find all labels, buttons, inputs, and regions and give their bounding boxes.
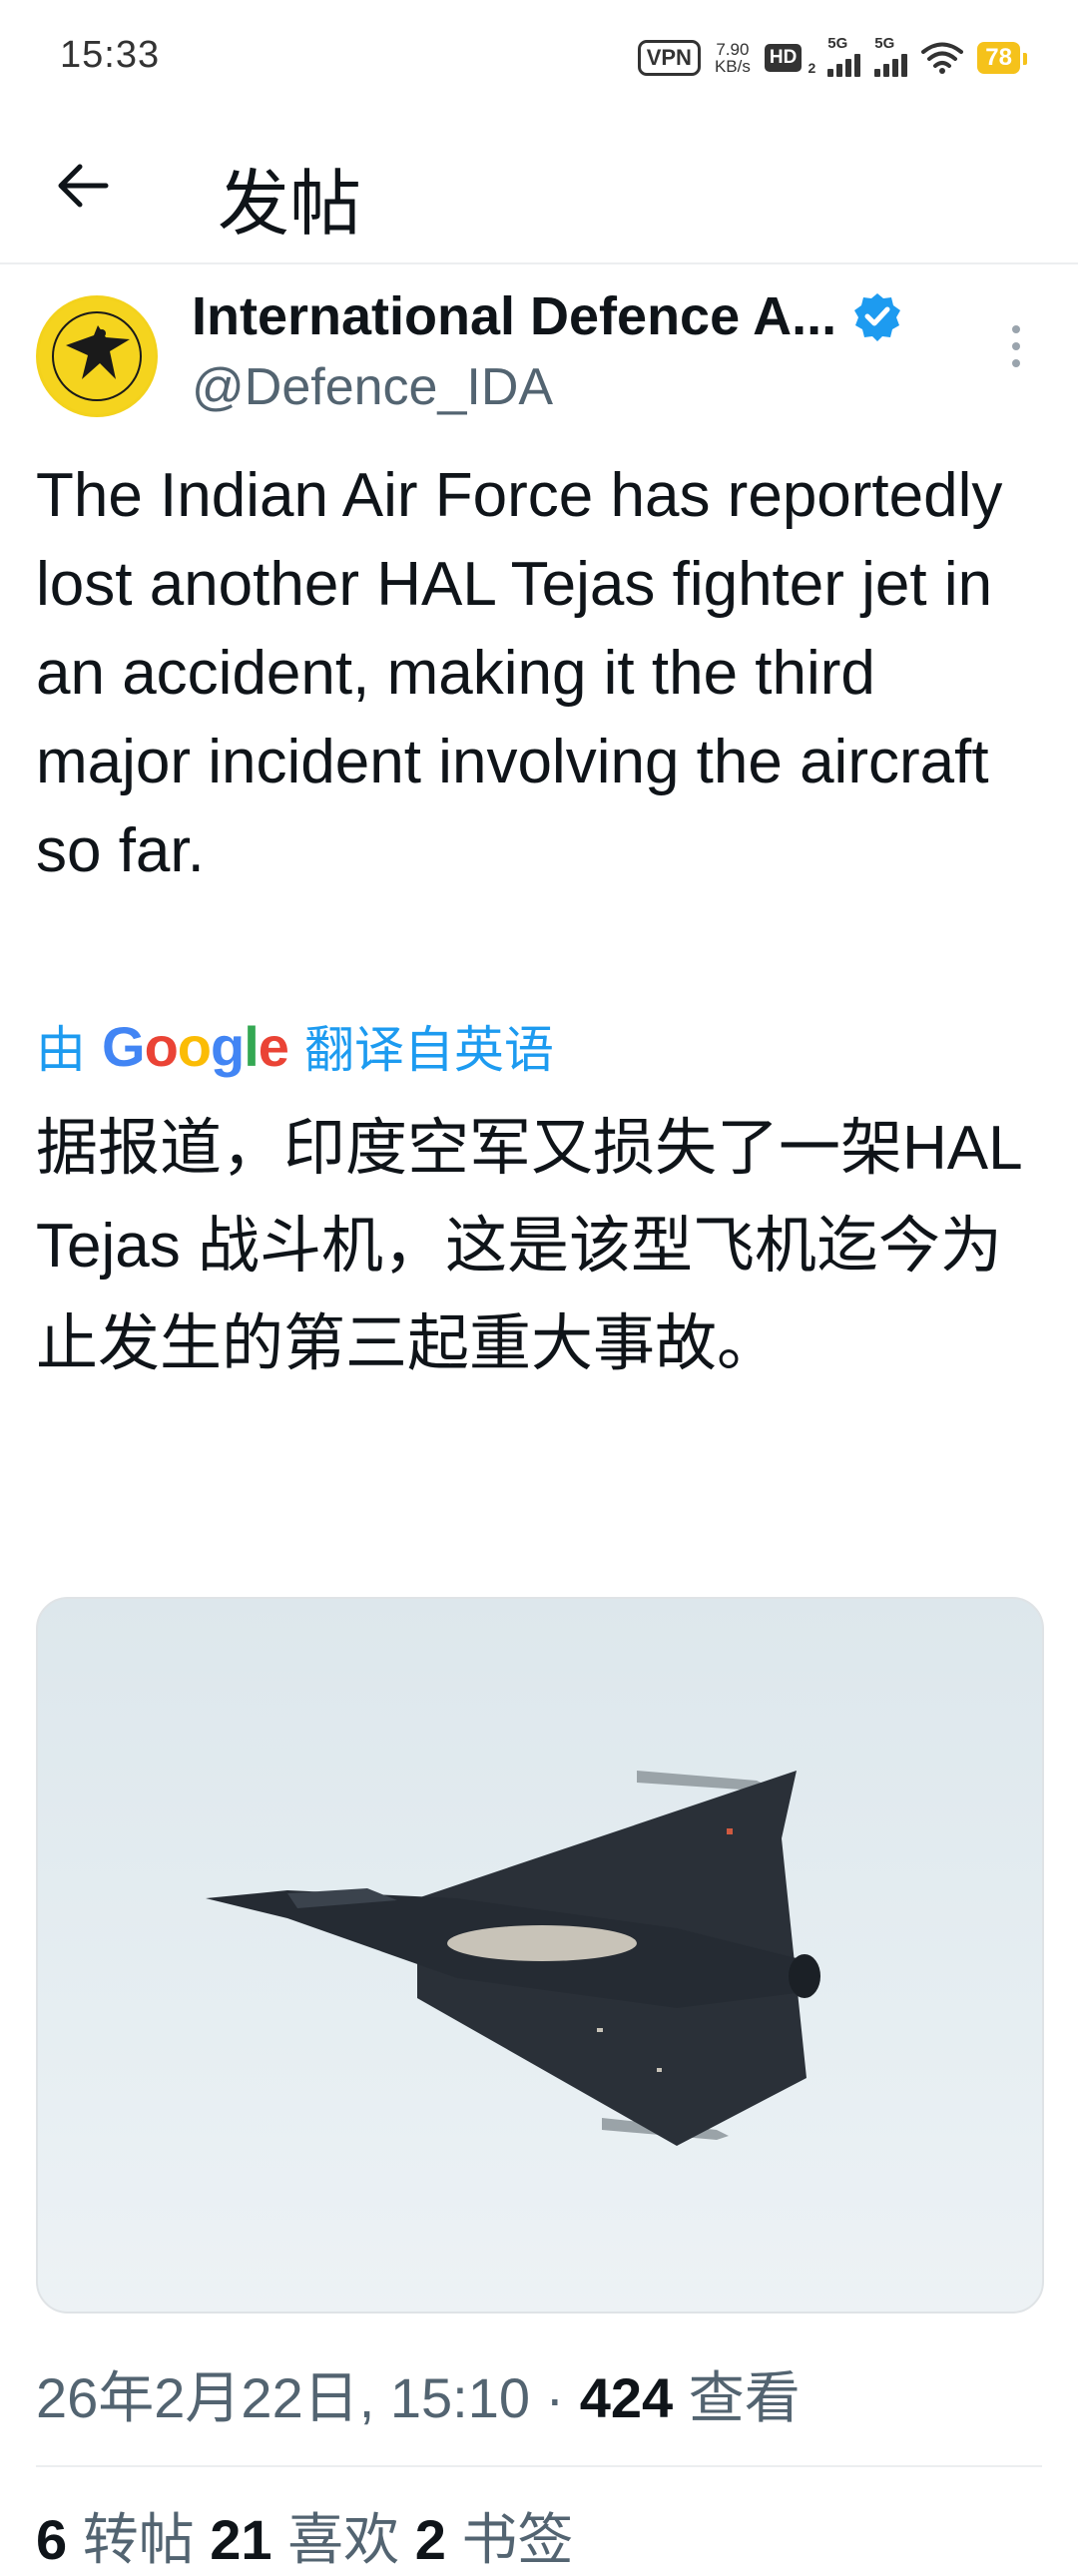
views-count: 424	[579, 2366, 674, 2429]
net-speed-unit: KB/s	[714, 57, 751, 76]
reposts-label[interactable]: 转帖	[67, 2508, 210, 2571]
battery-icon: 78	[977, 42, 1027, 74]
vpn-icon: VPN	[637, 40, 701, 76]
back-arrow-icon[interactable]	[52, 155, 114, 217]
reposts-count[interactable]: 6	[36, 2508, 67, 2571]
engagement-stats: 6 转帖 21 喜欢 2 书签	[36, 2495, 573, 2576]
signal-icon-1: 5G	[827, 35, 861, 77]
likes-count[interactable]: 21	[210, 2508, 271, 2571]
post-image[interactable]	[36, 1597, 1044, 2314]
status-time: 15:33	[60, 34, 161, 76]
translation-prefix: 由	[36, 1022, 86, 1078]
net-speed: 7.90 KB/s	[715, 41, 751, 75]
likes-label[interactable]: 喜欢	[272, 2508, 415, 2571]
fighter-jet-image	[206, 1771, 820, 2146]
views-label: 查看	[673, 2366, 801, 2429]
page-title: 发帖	[218, 165, 362, 245]
bookmarks-label[interactable]: 书签	[446, 2508, 573, 2571]
author-handle[interactable]: @Defence_IDA	[192, 357, 553, 417]
timestamp-text: 26年2月22日, 15:10 ·	[36, 2366, 580, 2429]
net-speed-value: 7.90	[716, 40, 750, 59]
wifi-icon	[921, 42, 964, 74]
signal-icon-2: 5G	[874, 35, 908, 77]
translated-text: 据报道，印度空军又损失了一架HAL Tejas 战斗机，这是该型飞机迄今为止发生…	[36, 1114, 1021, 1378]
translation-attribution[interactable]: 由 Google 翻译自英语	[36, 1010, 554, 1082]
top-app-bar: 发帖	[0, 115, 1078, 264]
post-text: The Indian Air Force has reportedly lost…	[36, 461, 1003, 885]
avatar[interactable]	[36, 295, 158, 417]
author-name[interactable]: International Defence A...	[192, 285, 836, 347]
status-icons: VPN 7.90 KB/s HD 2 5G 5G 78	[637, 35, 1027, 78]
more-options-icon[interactable]	[1008, 325, 1024, 375]
post-timestamp: 26年2月22日, 15:10 · 424 查看	[36, 2353, 801, 2434]
hd-icon: HD 2	[764, 44, 815, 76]
bookmarks-count[interactable]: 2	[415, 2508, 446, 2571]
translation-suffix: 翻译自英语	[303, 1022, 554, 1078]
eagle-logo-icon	[39, 298, 155, 414]
divider	[36, 2465, 1042, 2467]
google-logo-icon: Google	[102, 1014, 289, 1078]
verified-badge-icon	[854, 293, 901, 341]
status-bar: 15:33 VPN 7.90 KB/s HD 2 5G 5G 78	[0, 0, 1078, 115]
author-name-row[interactable]: International Defence A...	[192, 285, 902, 347]
